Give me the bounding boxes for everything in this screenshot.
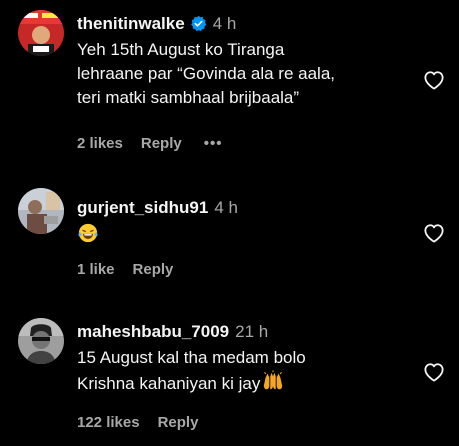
comment-actions: 2 likes Reply ••• xyxy=(77,134,223,154)
comment-text-line: lehraane par “Govinda ala re aala, xyxy=(77,64,335,83)
username[interactable]: maheshbabu_7009 xyxy=(77,322,229,341)
avatar[interactable] xyxy=(18,10,64,56)
raising-hands-icon xyxy=(262,370,284,399)
comment-text: 15 August kal tha medam bolo Krishna kah… xyxy=(77,346,407,399)
like-heart-icon[interactable] xyxy=(423,70,445,90)
comment-text-line: 15 August kal tha medam bolo xyxy=(77,348,306,367)
comment-text: Yeh 15th August ko Tiranga lehraane par … xyxy=(77,38,407,110)
verified-badge-icon xyxy=(190,15,207,32)
comment-text xyxy=(77,222,407,251)
face-with-tears-of-joy-icon xyxy=(77,222,99,251)
username[interactable]: gurjent_sidhu91 xyxy=(77,198,208,217)
comment-actions: 1 like Reply xyxy=(77,260,173,280)
username[interactable]: thenitinwalke xyxy=(77,14,185,33)
avatar-image xyxy=(18,10,64,56)
comment-time: 21 h xyxy=(235,322,269,341)
comment-text-fragment: Krishna kahaniyan ki jay xyxy=(77,374,261,393)
comment-time: 4 h xyxy=(212,14,237,33)
reply-button[interactable]: Reply xyxy=(133,260,174,280)
comment-actions: 122 likes Reply xyxy=(77,413,198,433)
like-heart-icon[interactable] xyxy=(423,223,445,243)
comment-header: thenitinwalke 4 h xyxy=(77,13,236,35)
comment-header: gurjent_sidhu91 4 h xyxy=(77,197,238,219)
comment-text-line: Krishna kahaniyan ki jay xyxy=(77,370,407,399)
comment-text-line: teri matki sambhaal brijbaala” xyxy=(77,88,300,107)
comment-text-line: Yeh 15th August ko Tiranga xyxy=(77,40,285,59)
more-options-icon[interactable]: ••• xyxy=(204,134,223,154)
comment-header: maheshbabu_7009 21 h xyxy=(77,321,268,343)
comment-time: 4 h xyxy=(214,198,238,217)
reply-button[interactable]: Reply xyxy=(158,413,199,433)
likes-count[interactable]: 1 like xyxy=(77,260,115,280)
like-heart-icon[interactable] xyxy=(423,362,445,382)
avatar[interactable] xyxy=(18,318,64,364)
avatar[interactable] xyxy=(18,188,64,234)
avatar-image xyxy=(18,318,64,364)
reply-button[interactable]: Reply xyxy=(141,134,182,154)
likes-count[interactable]: 2 likes xyxy=(77,134,123,154)
likes-count[interactable]: 122 likes xyxy=(77,413,140,433)
avatar-image xyxy=(18,188,64,234)
